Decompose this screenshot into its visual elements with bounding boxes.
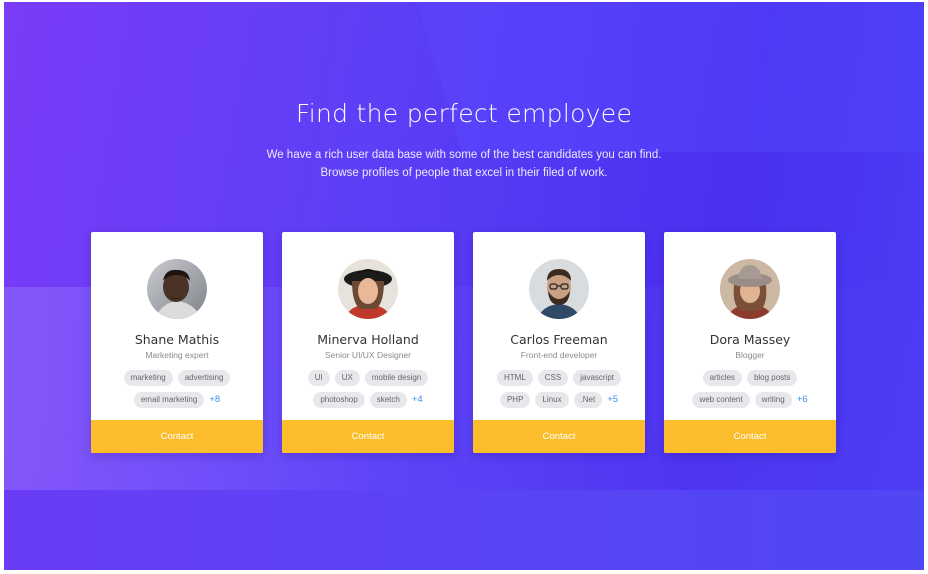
skill-tags: UI UX mobile design photoshop sketch +4	[292, 370, 444, 408]
employee-name: Carlos Freeman	[510, 332, 608, 347]
employee-role: Senior UI/UX Designer	[325, 350, 411, 360]
employee-role: Front-end developer	[520, 350, 598, 360]
skill-tag[interactable]: web content	[692, 392, 750, 408]
skill-tag[interactable]: HTML	[496, 370, 533, 386]
employee-name: Shane Mathis	[134, 332, 220, 347]
skill-tag[interactable]: blog posts	[746, 370, 798, 386]
skill-tag[interactable]: PHP	[499, 392, 531, 408]
contact-button[interactable]: Contact	[282, 420, 454, 453]
hero-section: Find the perfect employee We have a rich…	[4, 2, 924, 570]
hero-description: We have a rich user data base with some …	[4, 146, 924, 182]
hero-description-line-2: Browse profiles of people that excel in …	[320, 167, 608, 179]
more-skills-link[interactable]: +8	[209, 392, 220, 408]
avatar	[147, 259, 207, 319]
skill-tags: HTML CSS javascript PHP Linux .Net +5	[483, 370, 635, 408]
employee-role: Blogger	[735, 350, 765, 360]
avatar	[529, 259, 589, 319]
skill-tag[interactable]: marketing	[123, 370, 173, 386]
skill-tag[interactable]: CSS	[537, 370, 569, 386]
employee-card: Shane Mathis Marketing expert marketing …	[91, 232, 263, 453]
contact-button[interactable]: Contact	[473, 420, 645, 453]
employee-card-list: Shane Mathis Marketing expert marketing …	[91, 232, 836, 453]
skill-tags: marketing advertising email marketing +8	[101, 370, 253, 408]
skill-tag[interactable]: Linux	[535, 392, 569, 408]
hero-text: Find the perfect employee We have a rich…	[4, 99, 924, 182]
skill-tag[interactable]: photoshop	[313, 392, 365, 408]
skill-tag[interactable]: articles	[702, 370, 742, 386]
employee-name: Dora Massey	[709, 332, 791, 347]
contact-button[interactable]: Contact	[91, 420, 263, 453]
skill-tag[interactable]: .Net	[573, 392, 603, 408]
skill-tag[interactable]: UI	[307, 370, 330, 386]
employee-name: Minerva Holland	[317, 332, 419, 347]
employee-card: Carlos Freeman Front-end developer HTML …	[473, 232, 645, 453]
skill-tags: articles blog posts web content writing …	[674, 370, 826, 408]
page-title: Find the perfect employee	[295, 99, 633, 128]
skill-tag[interactable]: sketch	[369, 392, 407, 408]
skill-tag[interactable]: email marketing	[133, 392, 205, 408]
employee-card: Minerva Holland Senior UI/UX Designer UI…	[282, 232, 454, 453]
avatar	[338, 259, 398, 319]
more-skills-link[interactable]: +5	[607, 392, 618, 408]
hero-description-line-1: We have a rich user data base with some …	[266, 149, 662, 161]
contact-button[interactable]: Contact	[664, 420, 836, 453]
employee-card: Dora Massey Blogger articles blog posts …	[664, 232, 836, 453]
skill-tag[interactable]: writing	[754, 392, 792, 408]
skill-tag[interactable]: javascript	[573, 370, 622, 386]
skill-tag[interactable]: UX	[334, 370, 360, 386]
more-skills-link[interactable]: +4	[412, 392, 423, 408]
decorative-footer-band	[4, 490, 924, 570]
avatar	[720, 259, 780, 319]
employee-role: Marketing expert	[145, 350, 209, 360]
skill-tag[interactable]: mobile design	[364, 370, 429, 386]
skill-tag[interactable]: advertising	[177, 370, 231, 386]
more-skills-link[interactable]: +6	[797, 392, 808, 408]
